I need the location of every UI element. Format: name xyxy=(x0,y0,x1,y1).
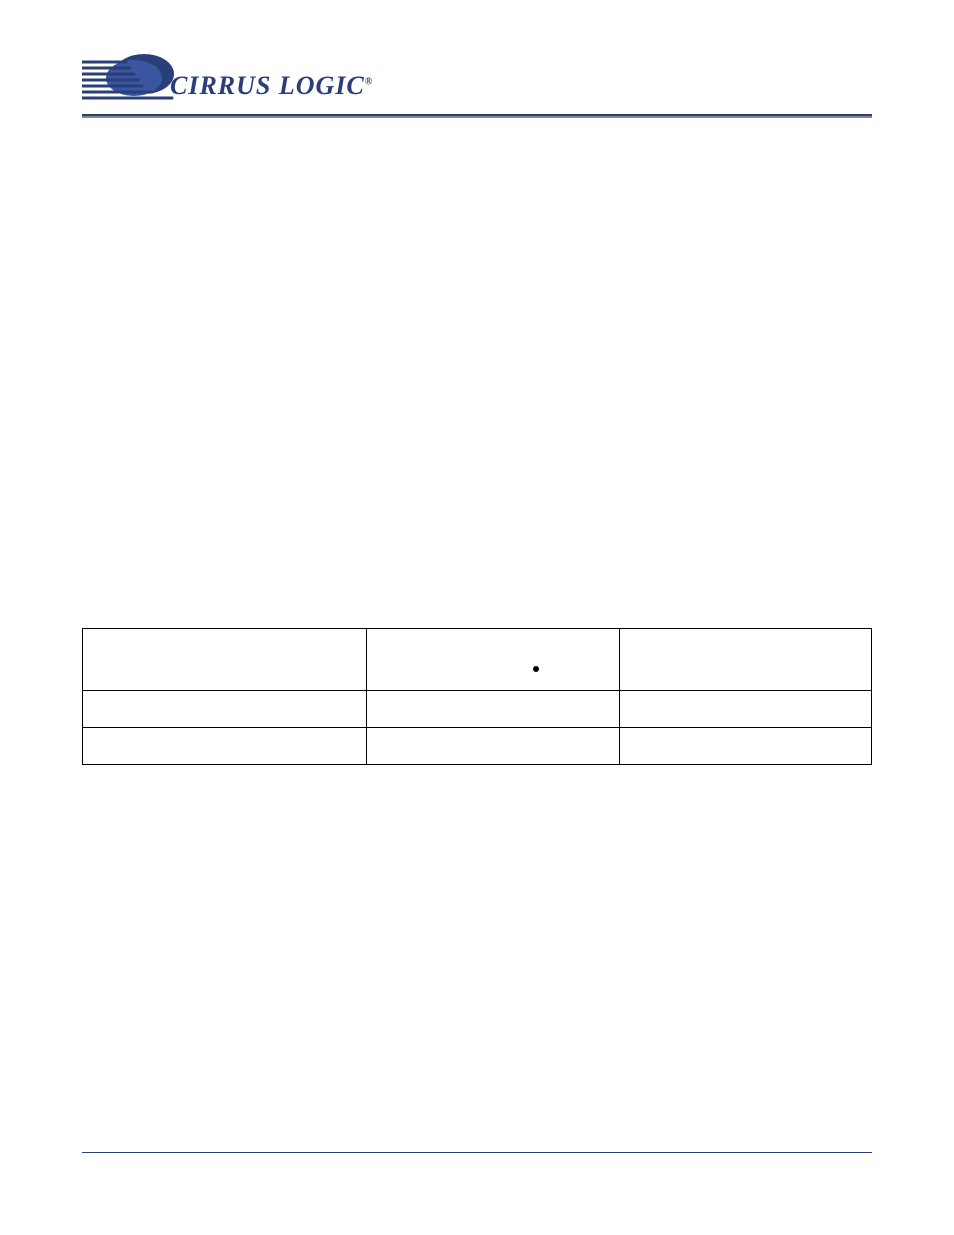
table-header-ja-line2: θJA (°C/W) xyxy=(704,658,787,677)
theta-symbol: θ xyxy=(704,658,713,677)
cell-ja: 38.3 xyxy=(619,691,872,728)
registered-mark-icon: ® xyxy=(365,76,373,87)
page-header: CIRRUS LOGIC® CS1615/16 xyxy=(82,28,872,108)
footer-row: DS954F2 21 xyxy=(82,1161,872,1181)
document-id: CS1615/16 xyxy=(752,80,872,108)
cell-package: 16-SOIC 150 mil xyxy=(83,691,367,728)
logo-mark-icon xyxy=(82,52,174,108)
ja-unit: (°C/W) xyxy=(731,658,787,677)
footer-divider xyxy=(82,1152,872,1154)
body-paragraph: Poor thermal design can cause excessive … xyxy=(82,475,872,569)
table-header-package: Package xyxy=(83,629,367,691)
body-paragraph: Due to the relatively high power dissipa… xyxy=(82,337,872,454)
bullet-icon xyxy=(533,666,539,672)
thermal-coeff-table: Package Junction to Thermal Pad θJC (°C/… xyxy=(82,628,872,765)
logo-wordmark: CIRRUS LOGIC® xyxy=(170,71,373,101)
main-content: 5.7 PCB Layout Considerations R11 and R1… xyxy=(82,118,872,765)
table-header-ja: Junction to Ambient θJA (°C/W) xyxy=(619,629,872,691)
table-row: 16-SOIC 150 mil (e-Pad) 4.4 38.0 xyxy=(83,728,872,765)
page-footer: DS954F2 21 xyxy=(82,1152,872,1182)
footer-doc-code: DS954F2 xyxy=(82,1161,154,1181)
table-caption: Table 3. Thermal Coefficients xyxy=(82,598,872,618)
cell-jc: 4.4 xyxy=(367,728,619,765)
table-header-jc: Junction to Thermal Pad θJC (°C/W) xyxy=(367,629,619,691)
footer-page-number: 21 xyxy=(853,1161,872,1181)
table-header-row: Package Junction to Thermal Pad θJC (°C/… xyxy=(83,629,872,691)
jc-unit: (°C/W) xyxy=(471,658,532,677)
ja-subscript: JA xyxy=(713,666,731,682)
table-header-jc-line2: θJC (°C/W) xyxy=(444,658,542,677)
logo-text: CIRRUS LOGIC xyxy=(170,71,365,100)
cell-jc: 1.95 xyxy=(367,691,619,728)
body-paragraph: R11 and R12 comprise a 300:1 voltage div… xyxy=(82,200,872,317)
table-row: 16-SOIC 150 mil 1.95 38.3 xyxy=(83,691,872,728)
company-logo: CIRRUS LOGIC® xyxy=(82,52,373,108)
cell-package: 16-SOIC 150 mil (e-Pad) xyxy=(83,728,367,765)
section-heading: 5.7 PCB Layout Considerations xyxy=(82,154,872,182)
cell-ja: 38.0 xyxy=(619,728,872,765)
jc-subscript: JC xyxy=(453,666,471,682)
table-header-jc-line1: Junction to Thermal Pad xyxy=(394,638,592,657)
theta-symbol: θ xyxy=(444,658,453,677)
table-header-ja-line1: Junction to Ambient xyxy=(663,638,827,657)
